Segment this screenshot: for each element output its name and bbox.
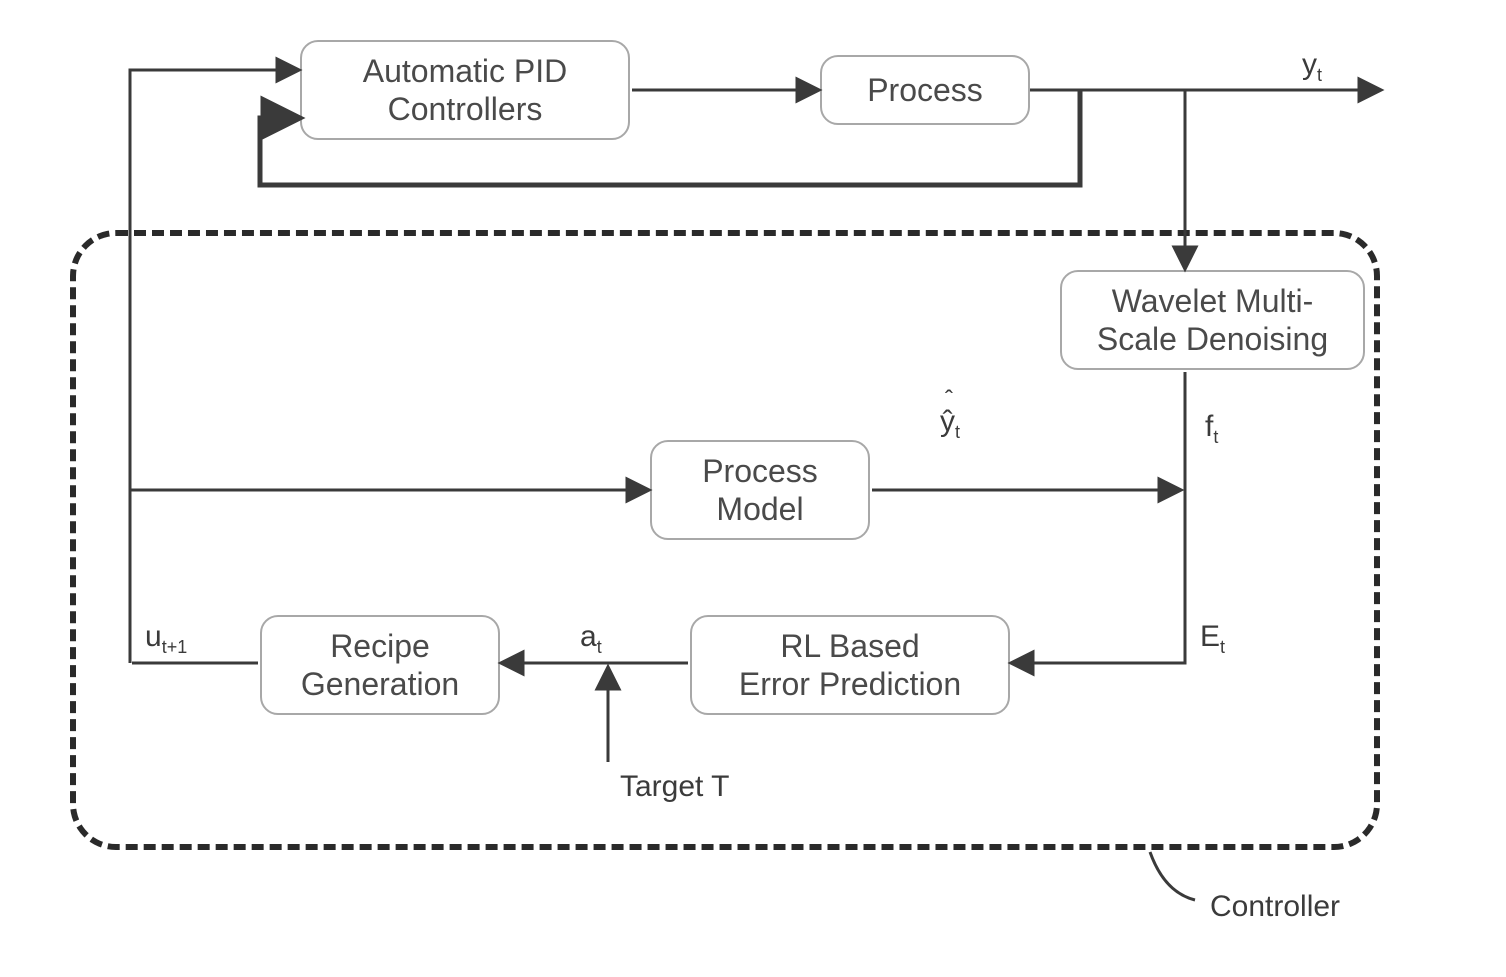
box-pid: Automatic PIDControllers: [300, 40, 630, 140]
diagram-stage: Automatic PIDControllers Process Wavelet…: [0, 0, 1506, 977]
box-wavelet-label: Wavelet Multi-Scale Denoising: [1097, 282, 1328, 359]
box-rl-error: RL BasedError Prediction: [690, 615, 1010, 715]
label-at-base: a: [580, 620, 597, 653]
box-rl-error-label: RL BasedError Prediction: [739, 627, 961, 704]
label-controller-text: Controller: [1210, 890, 1340, 923]
label-at-sub: t: [597, 637, 602, 657]
controller-pointer: [1150, 852, 1195, 900]
label-ut1-sub: t+1: [162, 637, 188, 657]
label-at: at: [580, 620, 602, 658]
label-target: Target T: [620, 770, 730, 804]
label-yt: yt: [1302, 48, 1322, 86]
box-wavelet: Wavelet Multi-Scale Denoising: [1060, 270, 1365, 370]
label-yt-base: y: [1302, 48, 1317, 81]
label-Et-sub: t: [1220, 637, 1225, 657]
hat-glyph-text: ˆ: [945, 386, 953, 413]
box-pid-label: Automatic PIDControllers: [363, 52, 568, 129]
label-ut1-base: u: [145, 620, 162, 653]
box-process-model-label: ProcessModel: [702, 452, 818, 529]
box-process: Process: [820, 55, 1030, 125]
label-ut1: ut+1: [145, 620, 187, 658]
label-Et: Et: [1200, 620, 1225, 658]
label-target-text: Target T: [620, 770, 730, 803]
label-ft-sub: t: [1213, 427, 1218, 447]
label-controller: Controller: [1210, 890, 1340, 924]
label-ft: ft: [1205, 410, 1218, 448]
label-yt-sub: t: [1317, 65, 1322, 85]
box-recipe: RecipeGeneration: [260, 615, 500, 715]
box-process-model: ProcessModel: [650, 440, 870, 540]
box-recipe-label: RecipeGeneration: [301, 627, 459, 704]
hat-glyph: ˆ: [945, 386, 953, 414]
label-yhat-sub: t: [955, 422, 960, 442]
label-Et-base: E: [1200, 620, 1220, 653]
box-process-label: Process: [867, 71, 983, 109]
